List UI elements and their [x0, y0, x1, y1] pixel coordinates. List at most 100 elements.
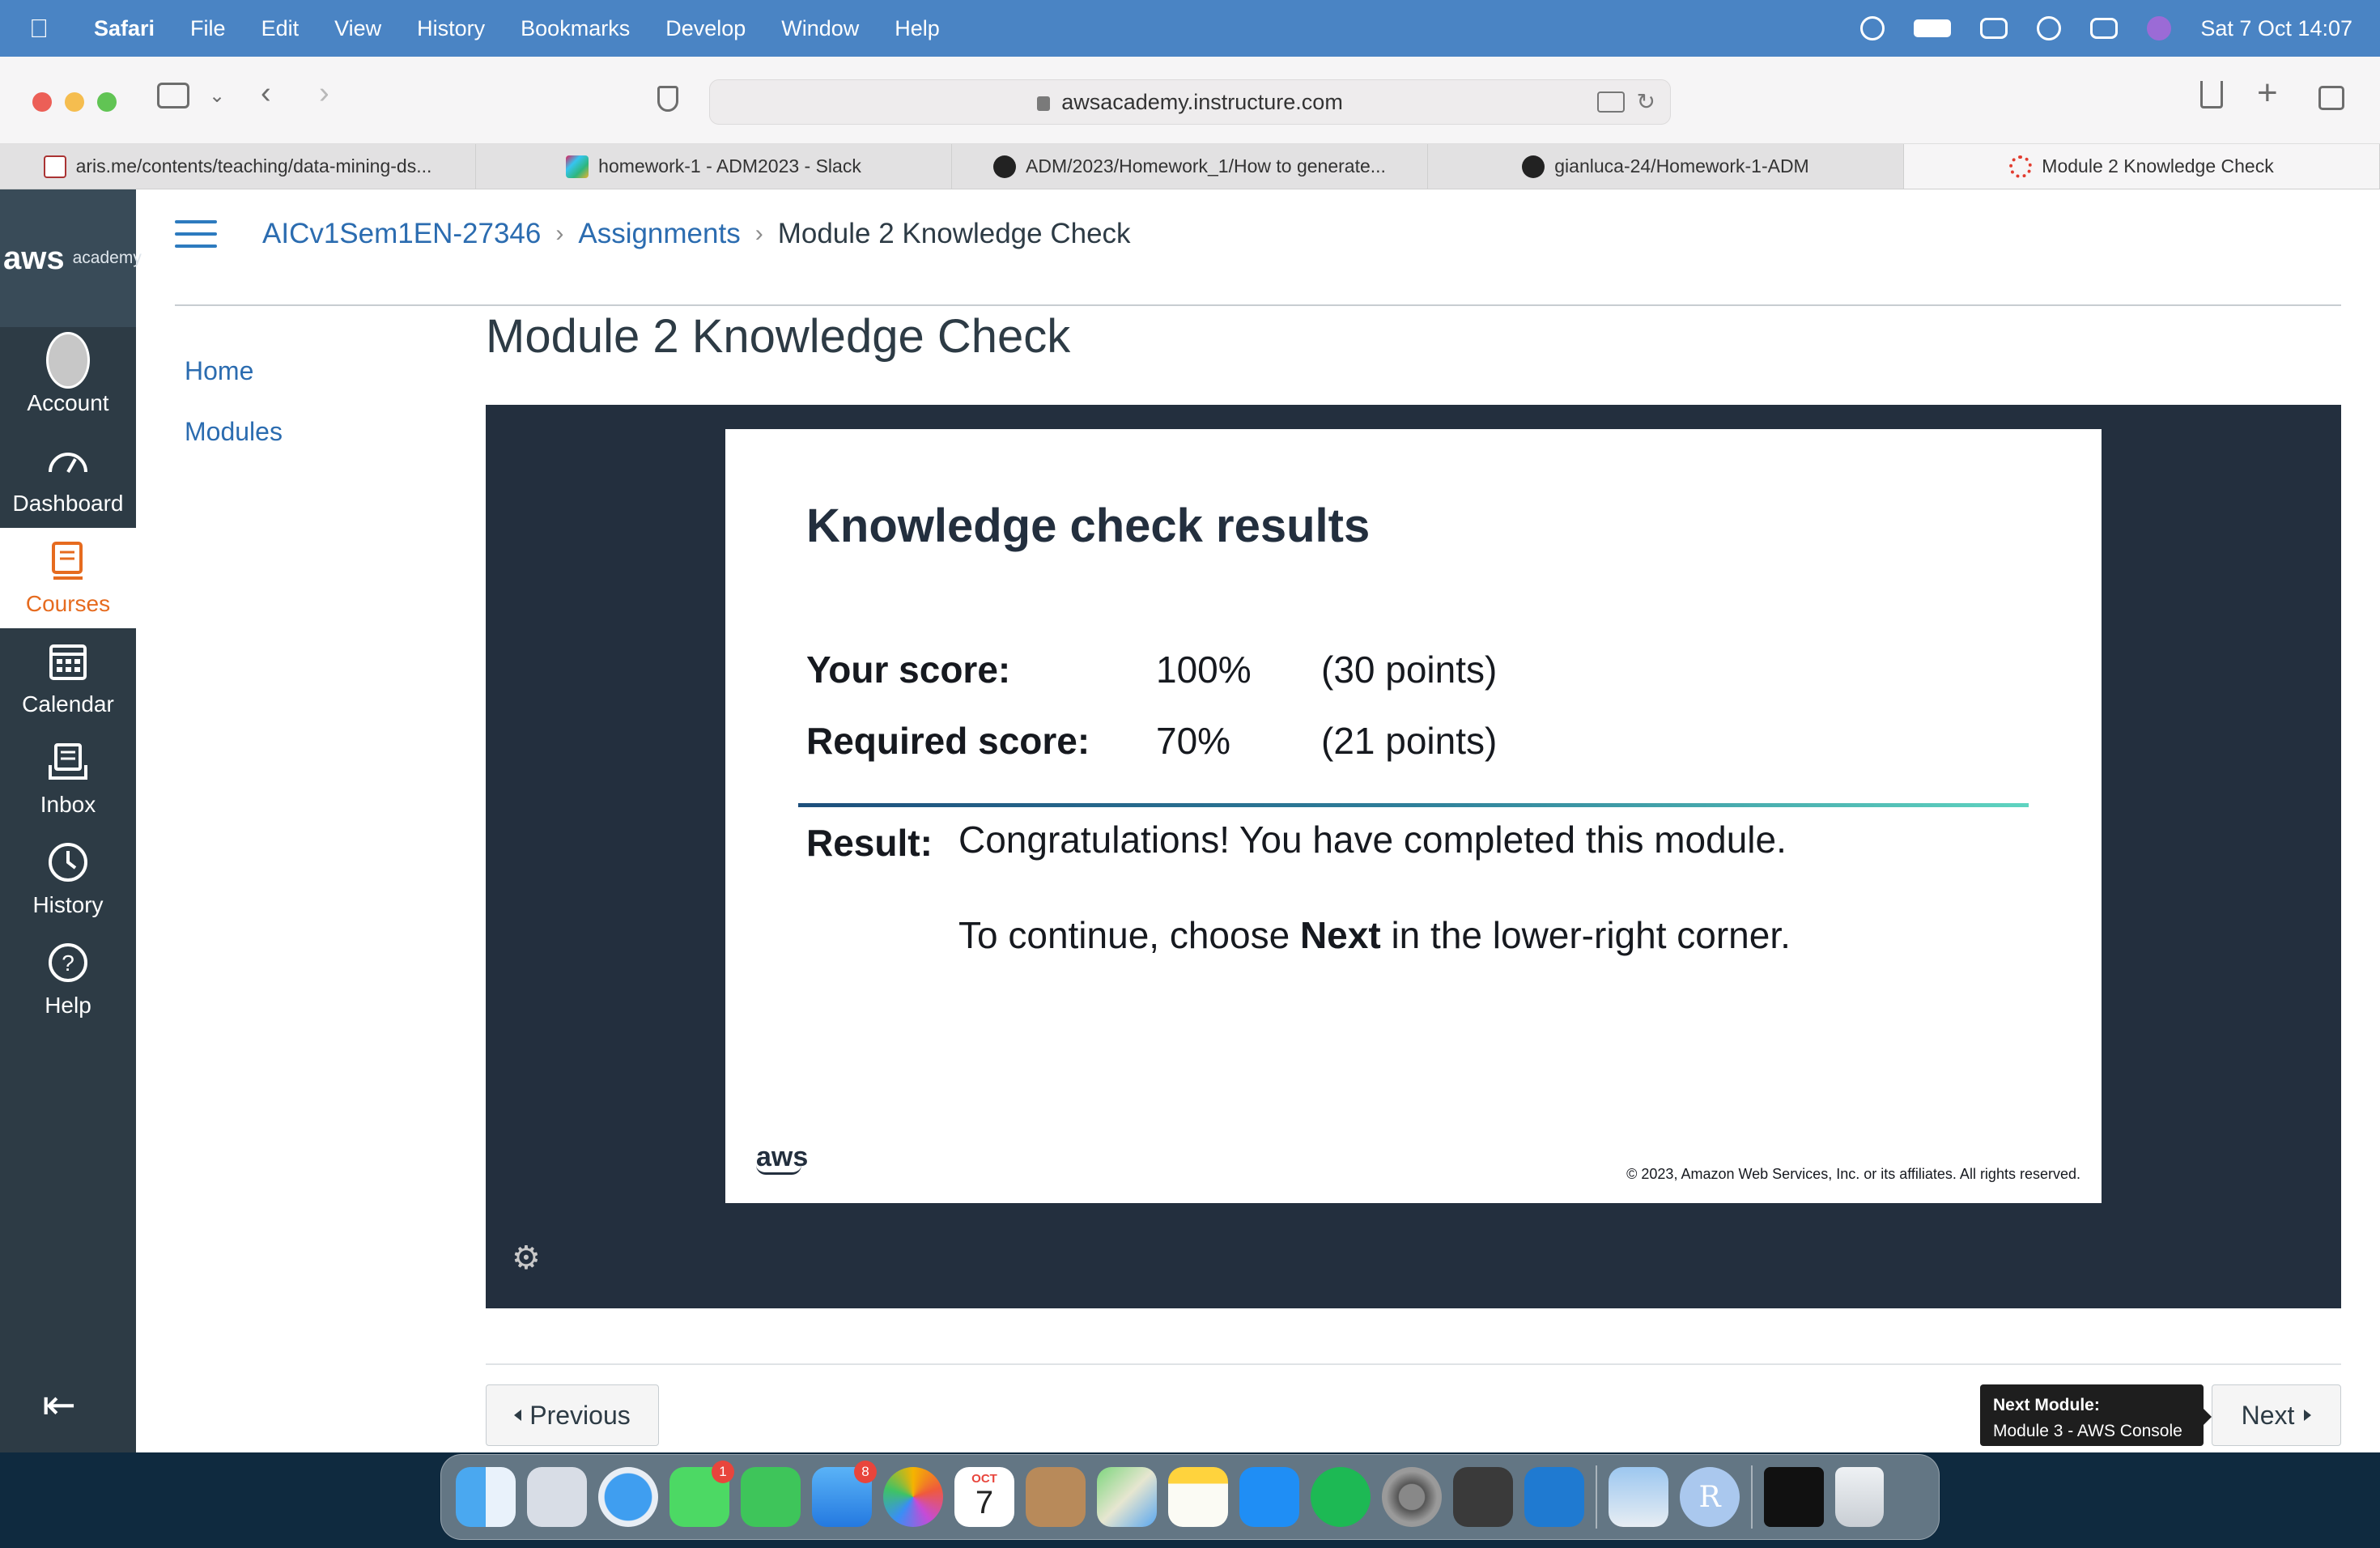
- tab-bar: aris.me/contents/teaching/data-mining-ds…: [0, 144, 2380, 189]
- reload-icon[interactable]: ↻: [1637, 88, 1655, 115]
- menu-file[interactable]: File: [190, 16, 226, 41]
- hamburger-menu-icon[interactable]: [175, 220, 217, 248]
- nav-courses[interactable]: Courses: [0, 528, 136, 628]
- maps-icon[interactable]: [1097, 1467, 1157, 1527]
- translate-icon[interactable]: [1597, 91, 1625, 113]
- dock: 1 8 OCT 7 R: [440, 1454, 1940, 1540]
- system-settings-icon[interactable]: [1382, 1467, 1442, 1527]
- next-button[interactable]: Next: [2212, 1384, 2341, 1446]
- finder-icon[interactable]: [456, 1467, 516, 1527]
- menu-develop[interactable]: Develop: [665, 16, 746, 41]
- collapse-nav-icon[interactable]: ⇤: [42, 1381, 76, 1428]
- mail-icon[interactable]: 8: [812, 1461, 877, 1527]
- footer-divider: [486, 1363, 2341, 1365]
- github-icon: [993, 155, 1017, 178]
- apple-menu-icon[interactable]: : [29, 14, 62, 44]
- photos-icon[interactable]: [883, 1467, 943, 1527]
- nav-label: Inbox: [40, 792, 96, 817]
- nav-dashboard[interactable]: Dashboard: [0, 427, 136, 528]
- siri-icon[interactable]: [2147, 16, 2172, 40]
- spotify-icon[interactable]: [1311, 1467, 1371, 1527]
- nav-calendar[interactable]: Calendar: [0, 628, 136, 729]
- browser-tab[interactable]: aris.me/contents/teaching/data-mining-ds…: [0, 144, 476, 189]
- nav-label: Help: [45, 993, 91, 1018]
- menu-clock[interactable]: Sat 7 Oct 14:07: [2200, 16, 2352, 41]
- nav-history[interactable]: History: [0, 829, 136, 929]
- vscode-icon[interactable]: [1524, 1467, 1584, 1527]
- menu-history[interactable]: History: [417, 16, 485, 41]
- course-nav-home[interactable]: Home: [185, 356, 283, 386]
- result-label: Result:: [806, 822, 933, 864]
- breadcrumb: AICv1Sem1EN-27346 › Assignments › Module…: [175, 214, 1131, 254]
- aws-academy-logo[interactable]: aws academy: [0, 189, 142, 327]
- facetime-icon[interactable]: [741, 1467, 801, 1527]
- calendar-app-icon[interactable]: OCT 7: [954, 1467, 1014, 1527]
- privacy-shield-icon[interactable]: [657, 86, 678, 112]
- calculator-icon[interactable]: [1453, 1467, 1513, 1527]
- aws-logo: aws: [756, 1142, 808, 1175]
- menu-view[interactable]: View: [334, 16, 381, 41]
- control-center-icon[interactable]: [2090, 18, 2119, 39]
- trash-icon[interactable]: [1835, 1467, 1884, 1527]
- new-tab-plus-icon[interactable]: +: [2257, 73, 2278, 113]
- battery-icon[interactable]: [1914, 19, 1952, 37]
- menu-bookmarks[interactable]: Bookmarks: [521, 16, 630, 41]
- tab-overview-icon[interactable]: [2318, 86, 2344, 110]
- menu-edit[interactable]: Edit: [261, 16, 300, 41]
- mail-badge: 8: [854, 1461, 877, 1483]
- continue-instructions: To continue, choose Next in the lower-ri…: [958, 913, 1791, 957]
- menu-help[interactable]: Help: [895, 16, 940, 41]
- share-icon[interactable]: [2200, 81, 2223, 108]
- lms-page: aws academy Account Dashboard Courses Ca…: [0, 189, 2380, 1452]
- nav-help[interactable]: ? Help: [0, 929, 136, 1030]
- continue-prefix: To continue, choose: [958, 914, 1300, 956]
- breadcrumb-course-link[interactable]: AICv1Sem1EN-27346: [262, 218, 541, 250]
- required-score-label: Required score:: [806, 720, 1090, 762]
- app-store-icon[interactable]: [1239, 1467, 1299, 1527]
- required-score-percent: 70%: [1156, 720, 1231, 762]
- previous-button[interactable]: Previous: [486, 1384, 659, 1446]
- r-app-icon[interactable]: R: [1680, 1467, 1740, 1527]
- chevron-down-icon[interactable]: ⌄: [209, 84, 225, 108]
- contacts-icon[interactable]: [1026, 1467, 1086, 1527]
- nav-inbox[interactable]: Inbox: [0, 729, 136, 829]
- gear-icon[interactable]: ⚙: [512, 1242, 544, 1274]
- tooltip-arrow: [2204, 1409, 2212, 1425]
- screen-mirroring-icon[interactable]: [1980, 18, 2008, 39]
- browser-tab[interactable]: ADM/2023/Homework_1/How to generate...: [952, 144, 1428, 189]
- nav-label: Account: [27, 390, 109, 415]
- screenshot-thumbnail-icon[interactable]: [1764, 1467, 1824, 1527]
- messages-badge: 1: [712, 1461, 734, 1483]
- play-status-icon[interactable]: [1860, 16, 1885, 40]
- safari-icon[interactable]: [598, 1467, 658, 1527]
- nav-label: Calendar: [22, 691, 114, 717]
- notes-icon[interactable]: [1168, 1467, 1228, 1527]
- canvas-icon: [2009, 155, 2033, 178]
- back-arrow-icon[interactable]: ‹: [261, 76, 271, 111]
- messages-icon[interactable]: 1: [669, 1461, 734, 1527]
- breadcrumb-assignments-link[interactable]: Assignments: [578, 218, 740, 250]
- tab-title: homework-1 - ADM2023 - Slack: [598, 155, 861, 176]
- browser-tab[interactable]: gianluca-24/Homework-1-ADM: [1428, 144, 1904, 189]
- window-close-button[interactable]: [32, 92, 52, 112]
- browser-tab[interactable]: homework-1 - ADM2023 - Slack: [476, 144, 952, 189]
- caret-left-icon: [514, 1410, 522, 1421]
- tooltip-text: Module 3 - AWS Console: [1993, 1422, 2182, 1440]
- window-minimize-button[interactable]: [65, 92, 84, 112]
- address-bar[interactable]: awsacademy.instructure.com ↻: [709, 79, 1671, 125]
- calendar-icon: [46, 640, 90, 683]
- course-nav-modules[interactable]: Modules: [185, 417, 283, 447]
- menu-app-safari[interactable]: Safari: [94, 16, 155, 41]
- launchpad-icon[interactable]: [527, 1467, 587, 1527]
- spotlight-search-icon[interactable]: [2037, 16, 2062, 40]
- preview-icon[interactable]: [1609, 1467, 1668, 1527]
- menu-window[interactable]: Window: [781, 16, 859, 41]
- required-score-points: (21 points): [1321, 720, 1498, 762]
- help-question-icon: ?: [46, 941, 90, 985]
- window-zoom-button[interactable]: [97, 92, 117, 112]
- copyright-notice: © 2023, Amazon Web Services, Inc. or its…: [1626, 1166, 2080, 1182]
- browser-tab-active[interactable]: Module 2 Knowledge Check: [1904, 144, 2380, 189]
- nav-account[interactable]: Account: [0, 327, 136, 427]
- lock-icon: [1037, 96, 1051, 111]
- sidebar-toggle-icon[interactable]: [157, 83, 189, 108]
